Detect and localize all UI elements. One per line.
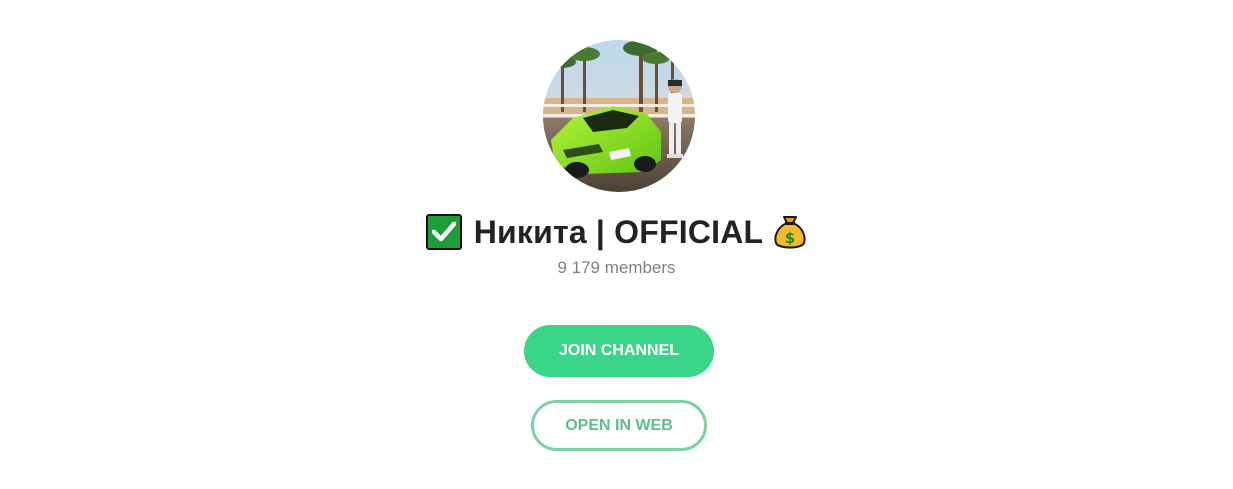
open-in-web-label: OPEN IN WEB: [565, 416, 673, 434]
member-count: 9 179 members: [557, 258, 676, 277]
money-bag-icon: $: [773, 213, 807, 251]
check-mark-icon: [425, 214, 462, 250]
channel-title: Никита | OFFICIAL: [473, 213, 764, 250]
open-in-web-button[interactable]: OPEN IN WEB: [531, 400, 707, 451]
channel-avatar: [543, 40, 695, 192]
join-channel-button[interactable]: JOIN CHANNEL: [524, 325, 714, 377]
channel-title-row: Никита | OFFICIAL $: [0, 208, 1233, 256]
join-channel-label: JOIN CHANNEL: [558, 342, 679, 359]
svg-text:$: $: [785, 229, 795, 247]
avatar-photo: [543, 40, 695, 192]
channel-preview-page: Никита | OFFICIAL $ 9 179 members JOIN C…: [0, 0, 1233, 489]
